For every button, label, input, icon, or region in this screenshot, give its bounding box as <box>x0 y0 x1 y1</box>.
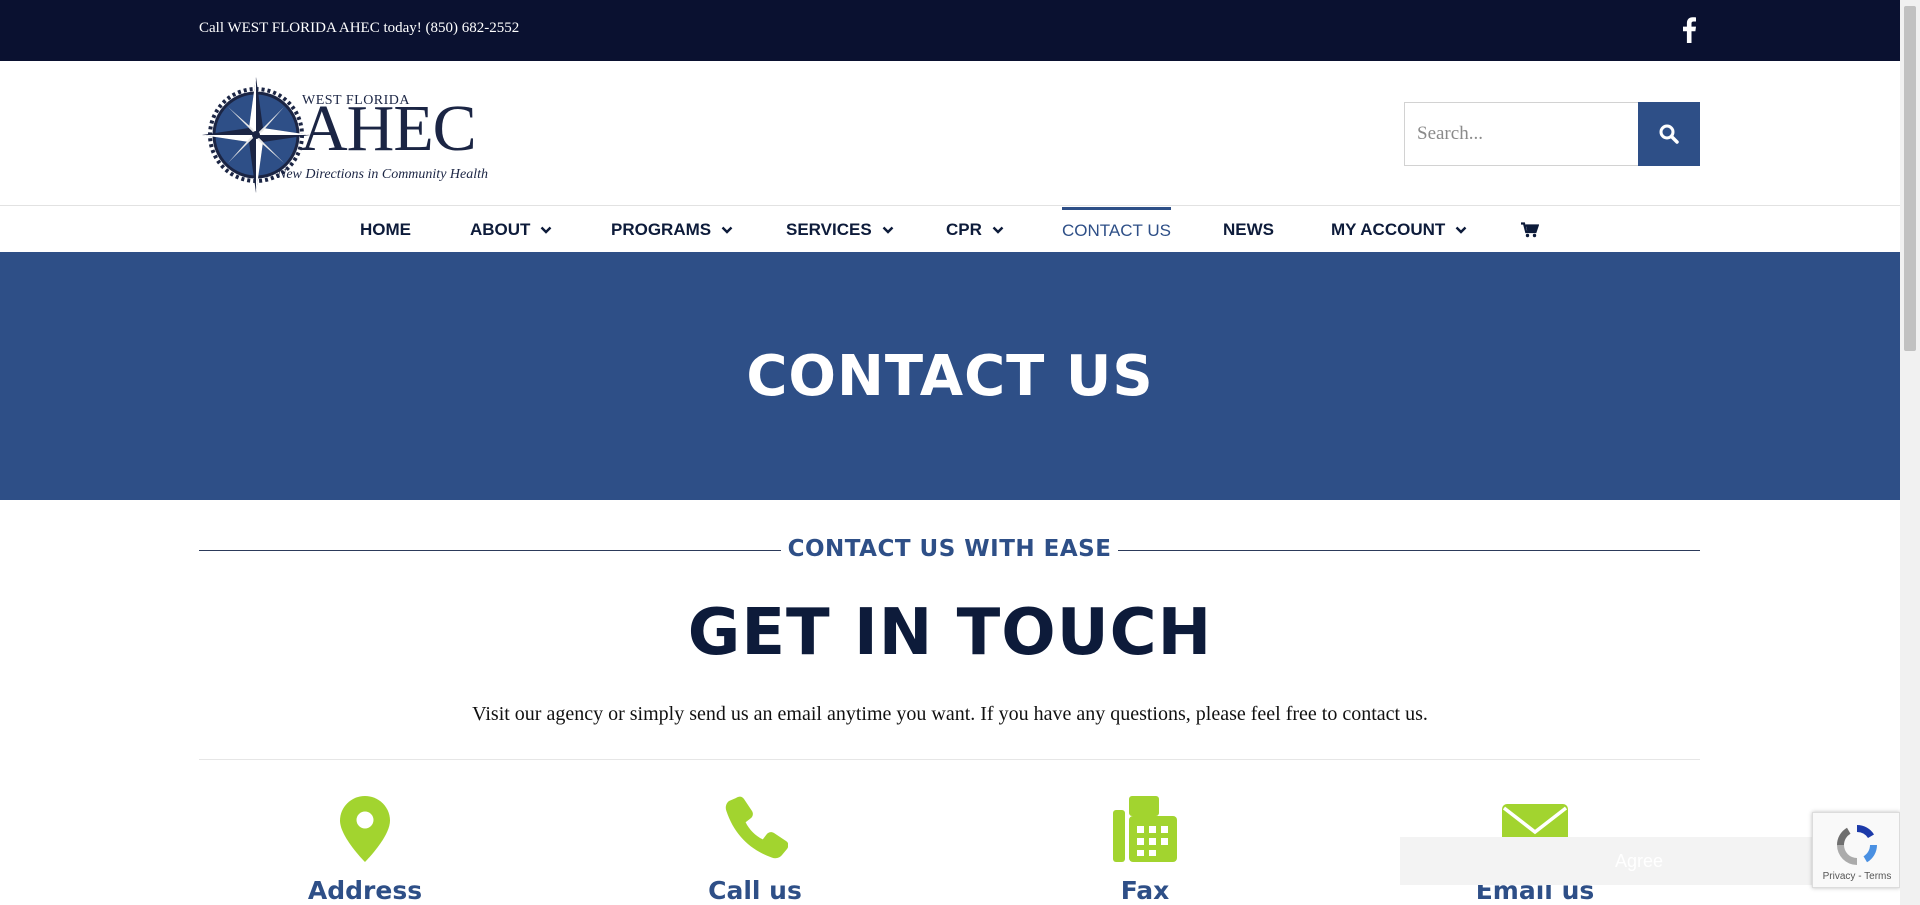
recaptcha-icon <box>1837 825 1877 865</box>
nav-item-label: CPR <box>946 219 982 239</box>
cart-icon <box>1521 221 1539 237</box>
section-eyebrow: CONTACT US WITH EASE <box>199 536 1700 566</box>
chevron-down-icon <box>1455 226 1467 234</box>
nav-item-label: CONTACT US <box>1062 221 1171 240</box>
recaptcha-links[interactable]: Privacy - Terms <box>1813 871 1900 882</box>
recaptcha-badge[interactable]: Privacy - Terms <box>1812 812 1900 888</box>
main-nav: HOME ABOUT PROGRAMS SERVICES CPR CONTACT… <box>0 207 1900 252</box>
logo-wordmark: AHEC <box>300 92 477 165</box>
nav-item-programs[interactable]: PROGRAMS <box>611 207 733 252</box>
nav-item-contact-us[interactable]: CONTACT US <box>1062 207 1171 252</box>
page-hero: CONTACT US <box>0 252 1900 500</box>
topbar-phone-text: Call WEST FLORIDA AHEC today! (850) 682-… <box>199 20 520 36</box>
nav-item-label: HOME <box>360 219 411 239</box>
nav-item-services[interactable]: SERVICES <box>786 207 894 252</box>
page-title: CONTACT US <box>746 344 1154 409</box>
cookie-agree-button[interactable]: Agree <box>1400 837 1878 885</box>
chevron-down-icon <box>882 226 894 234</box>
nav-item-home[interactable]: HOME <box>360 207 411 252</box>
contact-card-label: Address <box>307 876 423 905</box>
page-scrollbar[interactable] <box>1900 0 1920 905</box>
nav-item-about[interactable]: ABOUT <box>470 207 552 252</box>
contact-card-address: Address <box>235 796 495 905</box>
eyebrow-text: CONTACT US WITH EASE <box>780 536 1119 562</box>
fax-icon <box>1113 796 1177 862</box>
nav-item-label: SERVICES <box>786 219 872 239</box>
nav-item-news[interactable]: NEWS <box>1223 207 1274 252</box>
nav-item-my-account[interactable]: MY ACCOUNT <box>1331 207 1467 252</box>
search-form <box>1404 102 1700 166</box>
site-logo[interactable]: WEST FLORIDA AHEC New Directions in Comm… <box>200 74 510 196</box>
map-pin-icon <box>340 796 390 862</box>
top-bar: Call WEST FLORIDA AHEC today! (850) 682-… <box>0 0 1900 61</box>
nav-item-label: NEWS <box>1223 219 1274 239</box>
eyebrow-text-wrap: CONTACT US WITH EASE <box>199 536 1700 562</box>
contact-card-label: Fax <box>1120 876 1170 905</box>
contact-card-label: Call us <box>708 876 802 905</box>
scrollbar-thumb[interactable] <box>1904 6 1916 351</box>
chevron-down-icon <box>541 226 552 234</box>
nav-item-label: PROGRAMS <box>611 219 712 239</box>
site-header: WEST FLORIDA AHEC New Directions in Comm… <box>0 61 1900 206</box>
contact-card-call: Call us <box>625 796 885 905</box>
cookie-notice: Agree <box>1400 700 1878 890</box>
nav-item-label: ABOUT <box>470 219 531 239</box>
search-button[interactable] <box>1638 102 1700 166</box>
facebook-icon[interactable] <box>1680 17 1698 43</box>
nav-cart[interactable] <box>1521 207 1539 252</box>
page: Call WEST FLORIDA AHEC today! (850) 682-… <box>0 0 1900 905</box>
search-input[interactable] <box>1404 102 1638 166</box>
section-title: GET IN TOUCH <box>687 596 1213 670</box>
logo-tagline: New Directions in Community Health <box>277 167 489 182</box>
contact-card-fax: Fax <box>1015 796 1275 905</box>
nav-item-label: MY ACCOUNT <box>1331 219 1446 239</box>
search-icon <box>1659 124 1679 144</box>
chevron-down-icon <box>992 226 1004 234</box>
phone-icon <box>725 796 788 859</box>
nav-item-cpr[interactable]: CPR <box>946 207 1004 252</box>
chevron-down-icon <box>721 226 733 234</box>
